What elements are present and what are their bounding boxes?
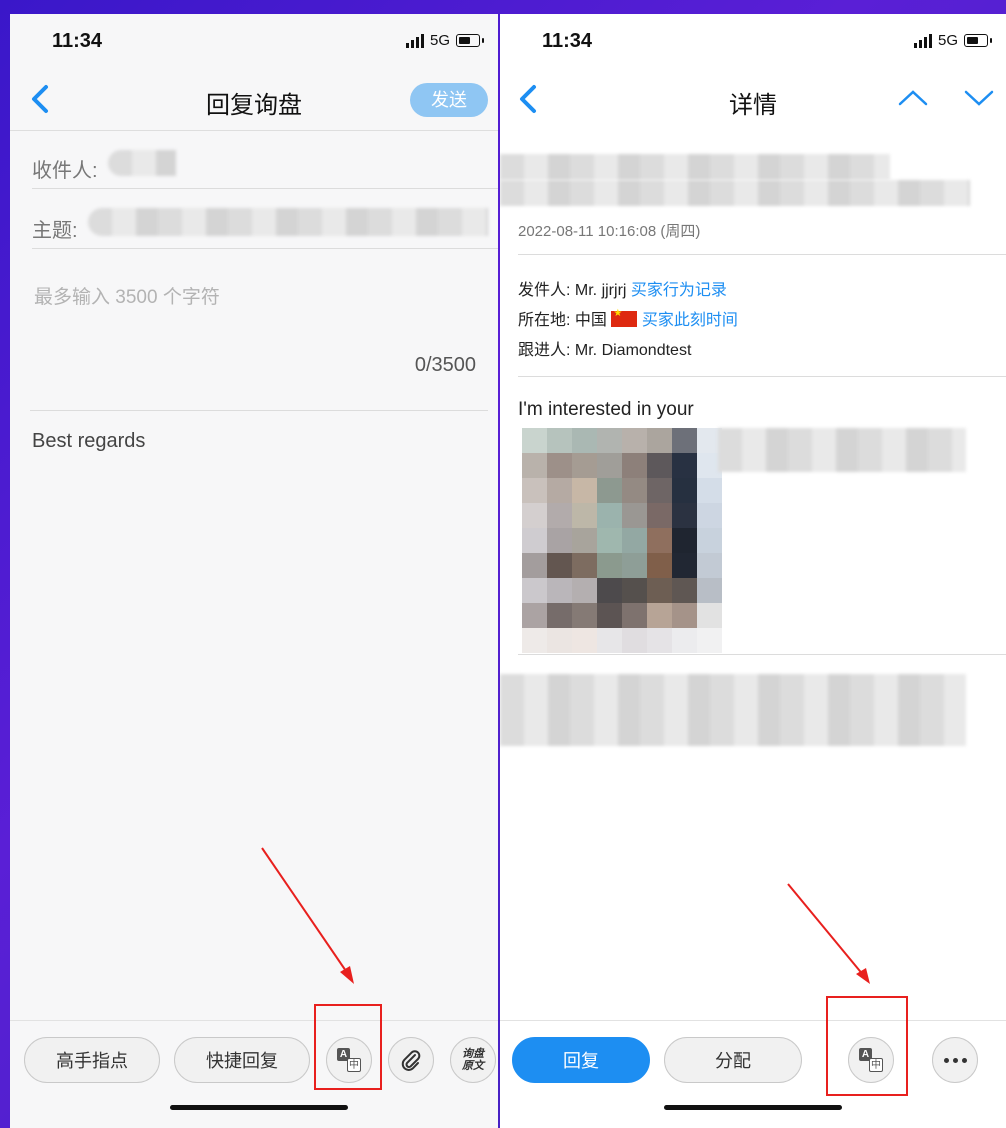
china-flag-icon	[611, 308, 638, 327]
chevron-up-icon[interactable]	[896, 86, 930, 110]
sender-label: 发件人:	[518, 282, 575, 299]
subject-value-redacted	[88, 208, 488, 236]
signal-icon	[913, 33, 932, 48]
divider	[30, 410, 488, 411]
status-time: 11:34	[542, 30, 593, 52]
original-inquiry-icon: 询盘 原文	[462, 1048, 484, 1072]
send-button[interactable]: 发送	[410, 83, 488, 117]
divider	[518, 654, 1006, 655]
status-indicators: 5G	[405, 32, 484, 49]
received-date: 2022-08-11 10:16:08 (周四)	[518, 223, 701, 240]
nav-bar: 详情	[500, 70, 1006, 130]
signature-text: Best regards	[32, 430, 146, 452]
original-inquiry-button[interactable]: 询盘 原文	[450, 1037, 496, 1083]
reply-inquiry-screen: 11:34 5G 回复询盘 发送 收件人: 主题: 最多输入 3500 个字符 …	[10, 14, 498, 1128]
buyer-local-time-link[interactable]: 买家此刻时间	[642, 312, 738, 329]
expert-tips-button[interactable]: 高手指点	[24, 1037, 160, 1083]
home-indicator	[170, 1105, 348, 1110]
assign-button[interactable]: 分配	[664, 1037, 802, 1083]
original-inquiry-line2: 原文	[462, 1060, 484, 1072]
sender-name: Mr. jjrjrj	[574, 282, 627, 299]
quick-reply-button[interactable]: 快捷回复	[174, 1037, 310, 1083]
divider	[518, 376, 1006, 377]
home-indicator	[664, 1105, 842, 1110]
paperclip-icon	[401, 1050, 421, 1071]
divider	[32, 248, 498, 249]
location-value: 中国	[574, 312, 607, 329]
body-input[interactable]: 最多输入 3500 个字符	[34, 282, 220, 309]
bottom-toolbar: 回复 分配 A 中	[500, 1020, 1006, 1101]
annotation-highlight-box	[826, 996, 908, 1096]
more-icon	[943, 1057, 967, 1063]
recipient-label: 收件人:	[32, 160, 98, 182]
annotation-arrow	[261, 847, 354, 984]
status-time: 11:34	[52, 30, 103, 52]
more-button[interactable]	[932, 1037, 978, 1083]
subject-redacted	[500, 154, 890, 180]
message-text: I'm interested in your	[518, 399, 694, 420]
subject-label: 主题:	[32, 220, 78, 242]
chevron-down-icon[interactable]	[962, 86, 996, 110]
product-image-redacted	[522, 428, 722, 653]
original-inquiry-line1: 询盘	[462, 1048, 484, 1060]
page-title: 详情	[729, 92, 777, 119]
location-label: 所在地:	[518, 312, 575, 329]
follower-label: 跟进人:	[518, 342, 575, 359]
nav-bar: 回复询盘 发送	[10, 70, 498, 131]
reply-button[interactable]: 回复	[512, 1037, 650, 1083]
divider	[518, 254, 1006, 255]
subject-field[interactable]: 主题:	[32, 194, 498, 252]
message-footer-redacted	[500, 674, 966, 746]
divider	[32, 188, 498, 189]
network-label: 5G	[429, 32, 450, 49]
follower-row: 跟进人: Mr. Diamondtest	[518, 336, 691, 360]
battery-icon	[456, 34, 484, 47]
network-label: 5G	[937, 32, 958, 49]
battery-icon	[964, 34, 992, 47]
status-bar: 11:34 5G	[500, 14, 1006, 70]
sender-row: 发件人: Mr. jjrjrj 买家行为记录	[518, 276, 727, 300]
recipient-value-redacted	[108, 150, 176, 176]
recipient-field[interactable]: 收件人:	[32, 134, 498, 192]
buyer-behavior-link[interactable]: 买家行为记录	[631, 282, 727, 299]
inquiry-detail-screen: 11:34 5G 详情 2022-08-11 10:16:08 (周四) 发件人…	[500, 14, 1006, 1128]
signal-icon	[405, 33, 424, 48]
bottom-toolbar: 高手指点 快捷回复 A 中 询盘 原文	[10, 1020, 498, 1101]
location-row: 所在地: 中国 买家此刻时间	[518, 306, 738, 330]
status-bar: 11:34 5G	[10, 14, 498, 70]
subject-redacted	[500, 180, 970, 206]
annotation-arrow	[787, 883, 870, 984]
annotation-highlight-box	[314, 1004, 382, 1090]
follower-name: Mr. Diamondtest	[574, 342, 692, 359]
status-indicators: 5G	[913, 32, 992, 49]
message-text-redacted	[718, 428, 966, 472]
character-counter: 0/3500	[414, 354, 476, 376]
attachment-button[interactable]	[388, 1037, 434, 1083]
